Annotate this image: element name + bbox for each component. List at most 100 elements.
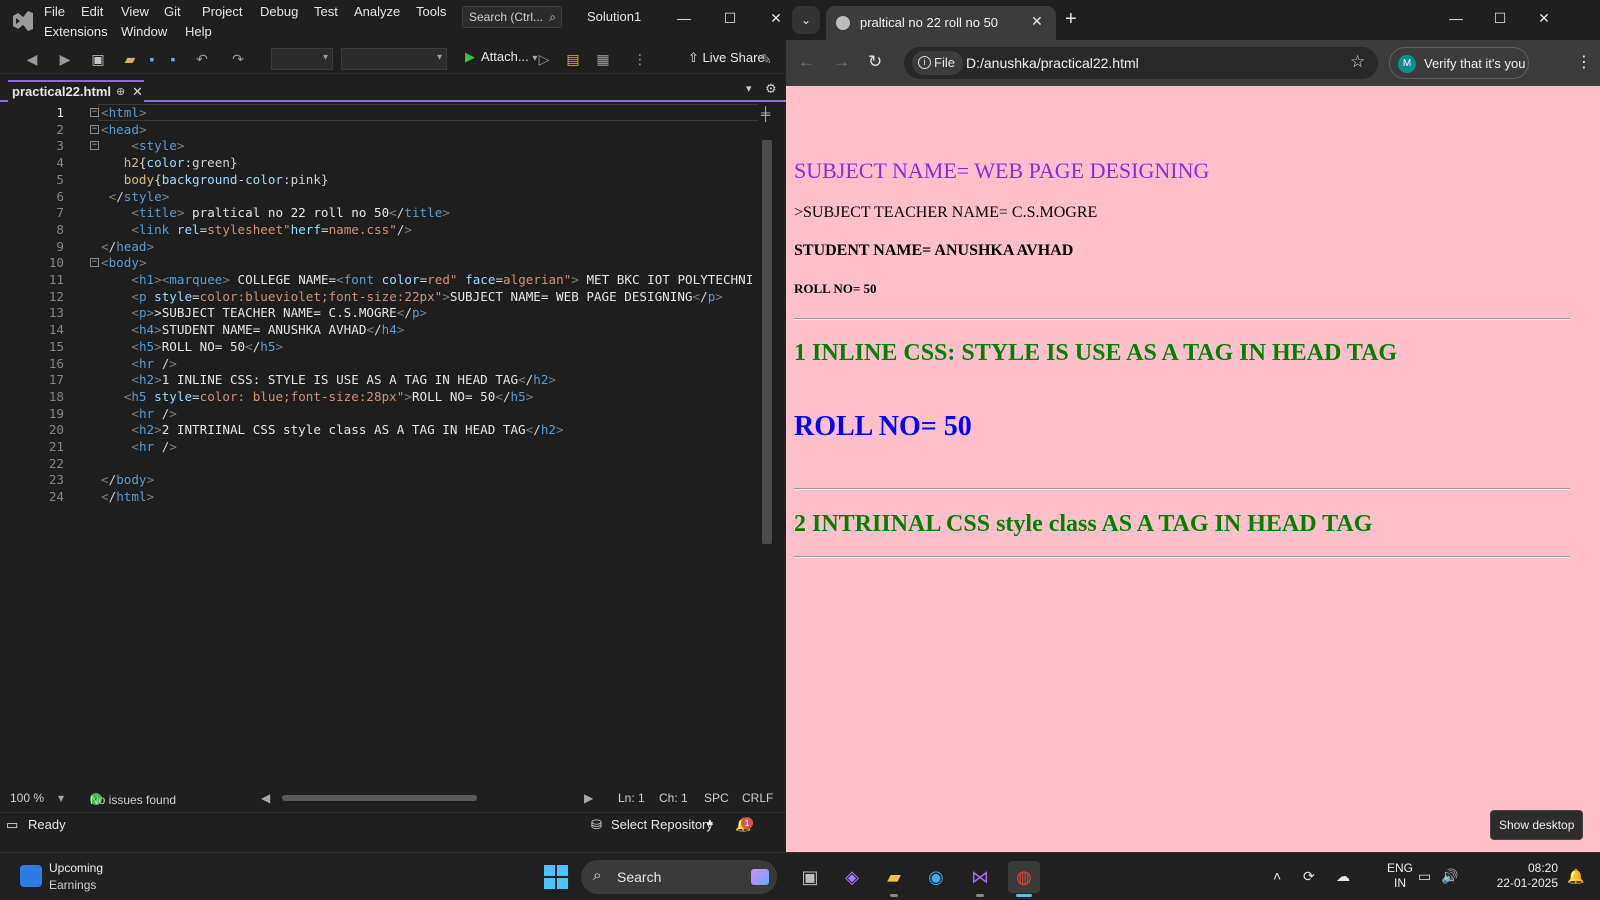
repository-icon[interactable]: ⛁ <box>591 817 602 833</box>
gear-icon[interactable]: ⚙ <box>765 81 777 97</box>
vs-search-box[interactable]: Search (Ctrl... ⌕ <box>462 6 562 28</box>
kebab-menu-icon[interactable]: ⋮ <box>1576 52 1592 72</box>
whitespace-indicator[interactable]: SPC <box>704 791 729 805</box>
code-line[interactable]: 8 <link rel=stylesheet"herf=name.css"/> <box>8 221 760 238</box>
notification-icon[interactable]: 🔔 <box>1567 868 1584 885</box>
line-ending-indicator[interactable]: CRLF <box>742 791 773 805</box>
forward-arrow-icon[interactable]: → <box>833 52 850 72</box>
code-line[interactable]: 16 <hr /> <box>8 355 760 372</box>
language-indicator[interactable]: ENG IN <box>1387 861 1413 891</box>
feedback-icon[interactable]: ✎ <box>756 49 776 69</box>
platform-dropdown[interactable] <box>341 48 447 70</box>
horizontal-scrollbar-thumb[interactable] <box>282 795 477 801</box>
code-line[interactable]: 3 − <style> <box>8 137 760 154</box>
reload-icon[interactable]: ↻ <box>868 52 882 72</box>
char-indicator[interactable]: Ch: 1 <box>659 791 688 805</box>
menu-project[interactable]: Project <box>202 4 242 19</box>
code-editor[interactable]: 1− <html> 2− <head> 3− <style> 4 h2{color:gre… <box>8 104 776 789</box>
url-text[interactable]: D:/anushka/practical22.html <box>966 55 1139 71</box>
chevron-up-icon[interactable]: ˄ <box>1273 868 1281 884</box>
code-line[interactable]: 19 <hr /> <box>8 405 760 422</box>
code-line[interactable]: 22 <box>8 455 760 472</box>
task-view-icon[interactable]: ▣ <box>794 861 826 893</box>
zoom-level[interactable]: 100 % <box>10 791 44 805</box>
code-line[interactable]: 20 <h2>2 INTRIINAL CSS style class AS A … <box>8 421 760 438</box>
verify-identity-button[interactable]: M Verify that it's you <box>1389 47 1529 79</box>
bookmark-star-icon[interactable]: ☆ <box>1350 52 1365 72</box>
code-line[interactable]: 14 <h4>STUDENT NAME= ANUSHKA AVHAD</h4> <box>8 321 760 338</box>
forward-icon[interactable]: ▶ <box>55 49 75 69</box>
pin-icon[interactable]: ⊕ <box>116 85 125 98</box>
menu-analyze[interactable]: Analyze <box>354 4 400 19</box>
menu-debug[interactable]: Debug <box>260 4 298 19</box>
code-line[interactable]: 24 </html> <box>8 488 760 505</box>
minimize-button[interactable]: — <box>668 6 700 30</box>
fold-toggle-icon[interactable]: − <box>90 108 99 117</box>
widget-title[interactable]: Upcoming <box>49 861 103 875</box>
more-icon[interactable]: ⋮ <box>630 49 650 69</box>
site-info-chip[interactable]: i File <box>912 51 963 75</box>
tab-search-button[interactable]: ⌄ <box>792 6 820 34</box>
fold-toggle-icon[interactable]: − <box>90 141 99 151</box>
tab-practical22[interactable]: practical22.html ⊕ ✕ <box>8 80 144 102</box>
layout-icon[interactable]: ▦ <box>593 49 613 69</box>
code-line[interactable]: 18 <h5 style=color: blue;font-size:28px"… <box>8 388 760 405</box>
menu-git[interactable]: Git <box>164 4 181 19</box>
save-all-icon[interactable]: ▪ <box>163 49 183 69</box>
widget-subtitle[interactable]: Earnings <box>49 878 96 892</box>
edge-icon[interactable]: ◉ <box>920 861 952 893</box>
zoom-dropdown-icon[interactable]: ▾ <box>58 791 64 805</box>
scrollbar-thumb[interactable] <box>762 140 772 544</box>
sync-icon[interactable]: ⟳ <box>1303 868 1315 885</box>
taskbar-search[interactable]: ⌕ Search <box>581 860 777 894</box>
code-line[interactable]: 11 <h1><marquee> COLLEGE NAME=<font colo… <box>8 271 760 288</box>
code-line[interactable]: 23 </body> <box>8 471 760 488</box>
new-project-icon[interactable]: ▣ <box>88 49 108 69</box>
scroll-right-icon[interactable]: ▶ <box>584 791 593 805</box>
address-bar[interactable]: i File D:/anushka/practical22.html ☆ <box>904 47 1378 79</box>
menu-help[interactable]: Help <box>185 24 212 39</box>
code-line[interactable]: 10 − <body> <box>8 254 760 271</box>
undo-icon[interactable]: ↶ <box>192 49 212 69</box>
weather-widget-icon[interactable] <box>20 865 42 887</box>
fold-toggle-icon[interactable]: − <box>90 124 99 134</box>
horizontal-scrollbar[interactable] <box>272 793 602 803</box>
onedrive-cloud-icon[interactable]: ☁ <box>1336 868 1350 885</box>
save-icon[interactable]: ▪ <box>142 49 162 69</box>
copilot-icon[interactable]: ◈ <box>836 861 868 893</box>
tab-list-dropdown-icon[interactable]: ▾ <box>746 82 752 95</box>
code-line[interactable]: 15 <h5>ROLL NO= 50</h5> <box>8 338 760 355</box>
attach-button[interactable]: ▶ Attach... ▾ <box>465 49 537 69</box>
code-line[interactable]: 17 <h2>1 INLINE CSS: STYLE IS USE AS A T… <box>8 371 760 388</box>
redo-icon[interactable]: ↷ <box>228 49 248 69</box>
menu-extensions[interactable]: Extensions <box>44 24 108 39</box>
maximize-button[interactable]: ☐ <box>714 6 746 30</box>
code-line[interactable]: 7 <title> praltical no 22 roll no 50</ti… <box>8 204 760 221</box>
close-tab-icon[interactable]: ✕ <box>1031 13 1043 30</box>
split-editor-icon[interactable]: ╪ <box>761 106 770 121</box>
open-folder-icon[interactable]: ▰ <box>120 49 140 69</box>
chrome-minimize-button[interactable]: — <box>1440 6 1472 30</box>
select-repository[interactable]: Select Repository <box>611 817 713 832</box>
line-indicator[interactable]: Ln: 1 <box>618 791 645 805</box>
chrome-close-button[interactable]: ✕ <box>1528 6 1560 30</box>
chevron-up-icon[interactable]: ▲ <box>705 817 715 828</box>
file-explorer-icon[interactable]: ▰ <box>878 861 910 897</box>
browser-tab[interactable]: praltical no 22 roll no 50 ✕ <box>826 6 1056 40</box>
menu-file[interactable]: File <box>44 4 65 19</box>
menu-tools[interactable]: Tools <box>416 4 446 19</box>
network-icon[interactable]: ▭ <box>1418 868 1431 885</box>
code-line[interactable]: 9 </head> <box>8 238 760 255</box>
vertical-scrollbar[interactable]: ╪ <box>758 104 776 789</box>
new-tab-button[interactable]: + <box>1065 8 1077 31</box>
chrome-maximize-button[interactable]: ☐ <box>1484 6 1516 30</box>
menu-view[interactable]: View <box>121 4 149 19</box>
visual-studio-taskbar-icon[interactable]: ⋈ <box>964 861 996 897</box>
back-arrow-icon[interactable]: ← <box>798 52 815 72</box>
code-line[interactable]: 2 − <head> <box>8 121 760 138</box>
live-share-button[interactable]: ⇧ Live Share <box>688 50 765 66</box>
menu-edit[interactable]: Edit <box>81 4 103 19</box>
configuration-dropdown[interactable] <box>271 48 333 70</box>
menu-test[interactable]: Test <box>314 4 338 19</box>
volume-icon[interactable]: 🔊 <box>1441 868 1458 885</box>
